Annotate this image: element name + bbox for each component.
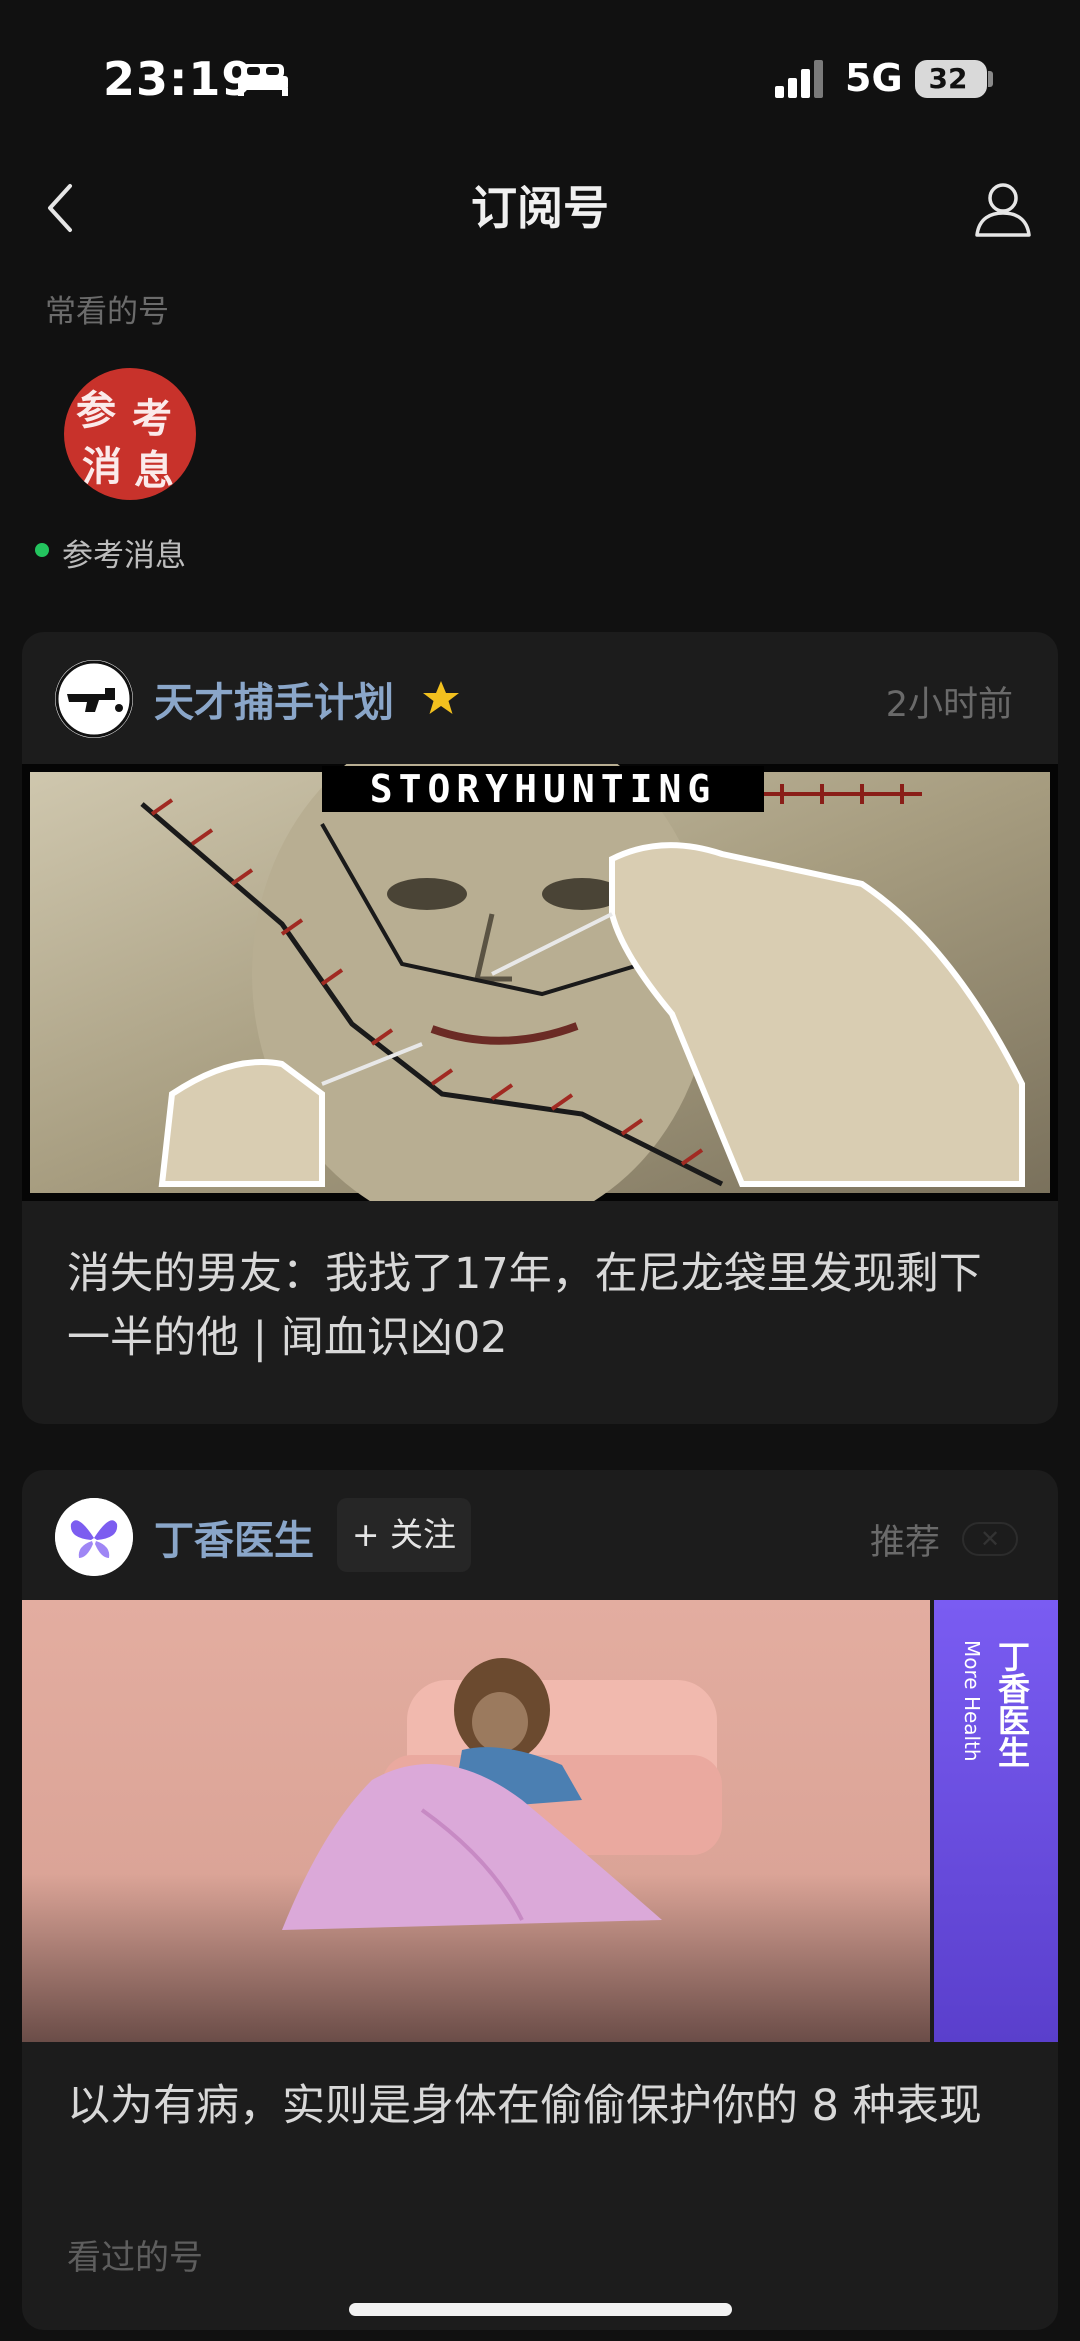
battery-level: 32 bbox=[928, 62, 968, 95]
star-icon bbox=[423, 681, 459, 714]
recommended-card[interactable]: 丁香医生 + 关注 推荐 ✕ 丁香医生 More Health 以为有病，实则是… bbox=[22, 1470, 1058, 2330]
post-time: 2小时前 bbox=[885, 685, 1013, 725]
account-avatar[interactable] bbox=[55, 660, 133, 738]
online-dot bbox=[35, 543, 49, 557]
sleep-mode-icon bbox=[238, 64, 288, 96]
account-avatar[interactable] bbox=[55, 1498, 133, 1576]
close-icon[interactable]: ✕ bbox=[962, 1522, 1018, 1556]
butterfly-logo-icon bbox=[55, 1498, 133, 1576]
account-name[interactable]: 天才捕手计划 bbox=[154, 670, 394, 728]
seen-accounts-label[interactable]: 看过的号 bbox=[67, 2230, 203, 2279]
status-time: 23:19 bbox=[103, 52, 255, 106]
article-title[interactable]: 以为有病，实则是身体在偷偷保护你的 8 种表现 bbox=[67, 2074, 1017, 2138]
article-card[interactable]: 天才捕手计划 2小时前 STORYHUNTING 消失的男友：我找了17年，在尼… bbox=[22, 632, 1058, 1424]
frequent-section-title: 常看的号 bbox=[45, 294, 169, 330]
article-cover-image[interactable]: 丁香医生 More Health bbox=[22, 1600, 1058, 2042]
subscription-page: 23:19 5G 32 订阅号 常看的号 参 考 消 息 参考消息 天才捕手计划… bbox=[0, 0, 1080, 2341]
cover-side-title: 丁香医生 bbox=[993, 1640, 1031, 1768]
recommend-label: 推荐 bbox=[870, 1523, 941, 1563]
status-bar: 23:19 5G 32 bbox=[0, 0, 1080, 160]
hand-gun-logo-icon bbox=[55, 660, 133, 738]
home-indicator[interactable] bbox=[349, 2303, 732, 2316]
cover-banner-text: STORYHUNTING bbox=[370, 767, 717, 811]
network-type: 5G bbox=[845, 56, 903, 100]
person-icon[interactable] bbox=[974, 180, 1032, 238]
battery-tip bbox=[988, 71, 993, 87]
cellular-signal-icon bbox=[775, 60, 823, 98]
article-title[interactable]: 消失的男友：我找了17年，在尼龙袋里发现剩下一半的他 | 闻血识凶02 bbox=[67, 1242, 1017, 1370]
cover-side-subtitle: More Health bbox=[960, 1640, 984, 1762]
article-cover-image[interactable]: STORYHUNTING bbox=[22, 764, 1058, 1201]
battery-icon: 32 bbox=[915, 60, 987, 98]
reference-news-logo[interactable]: 参 考 消 息 bbox=[64, 368, 196, 500]
frequent-account-name[interactable]: 参考消息 bbox=[62, 530, 186, 575]
follow-button[interactable]: + 关注 bbox=[337, 1498, 471, 1572]
account-name[interactable]: 丁香医生 bbox=[154, 1508, 314, 1566]
page-title: 订阅号 bbox=[471, 181, 609, 235]
